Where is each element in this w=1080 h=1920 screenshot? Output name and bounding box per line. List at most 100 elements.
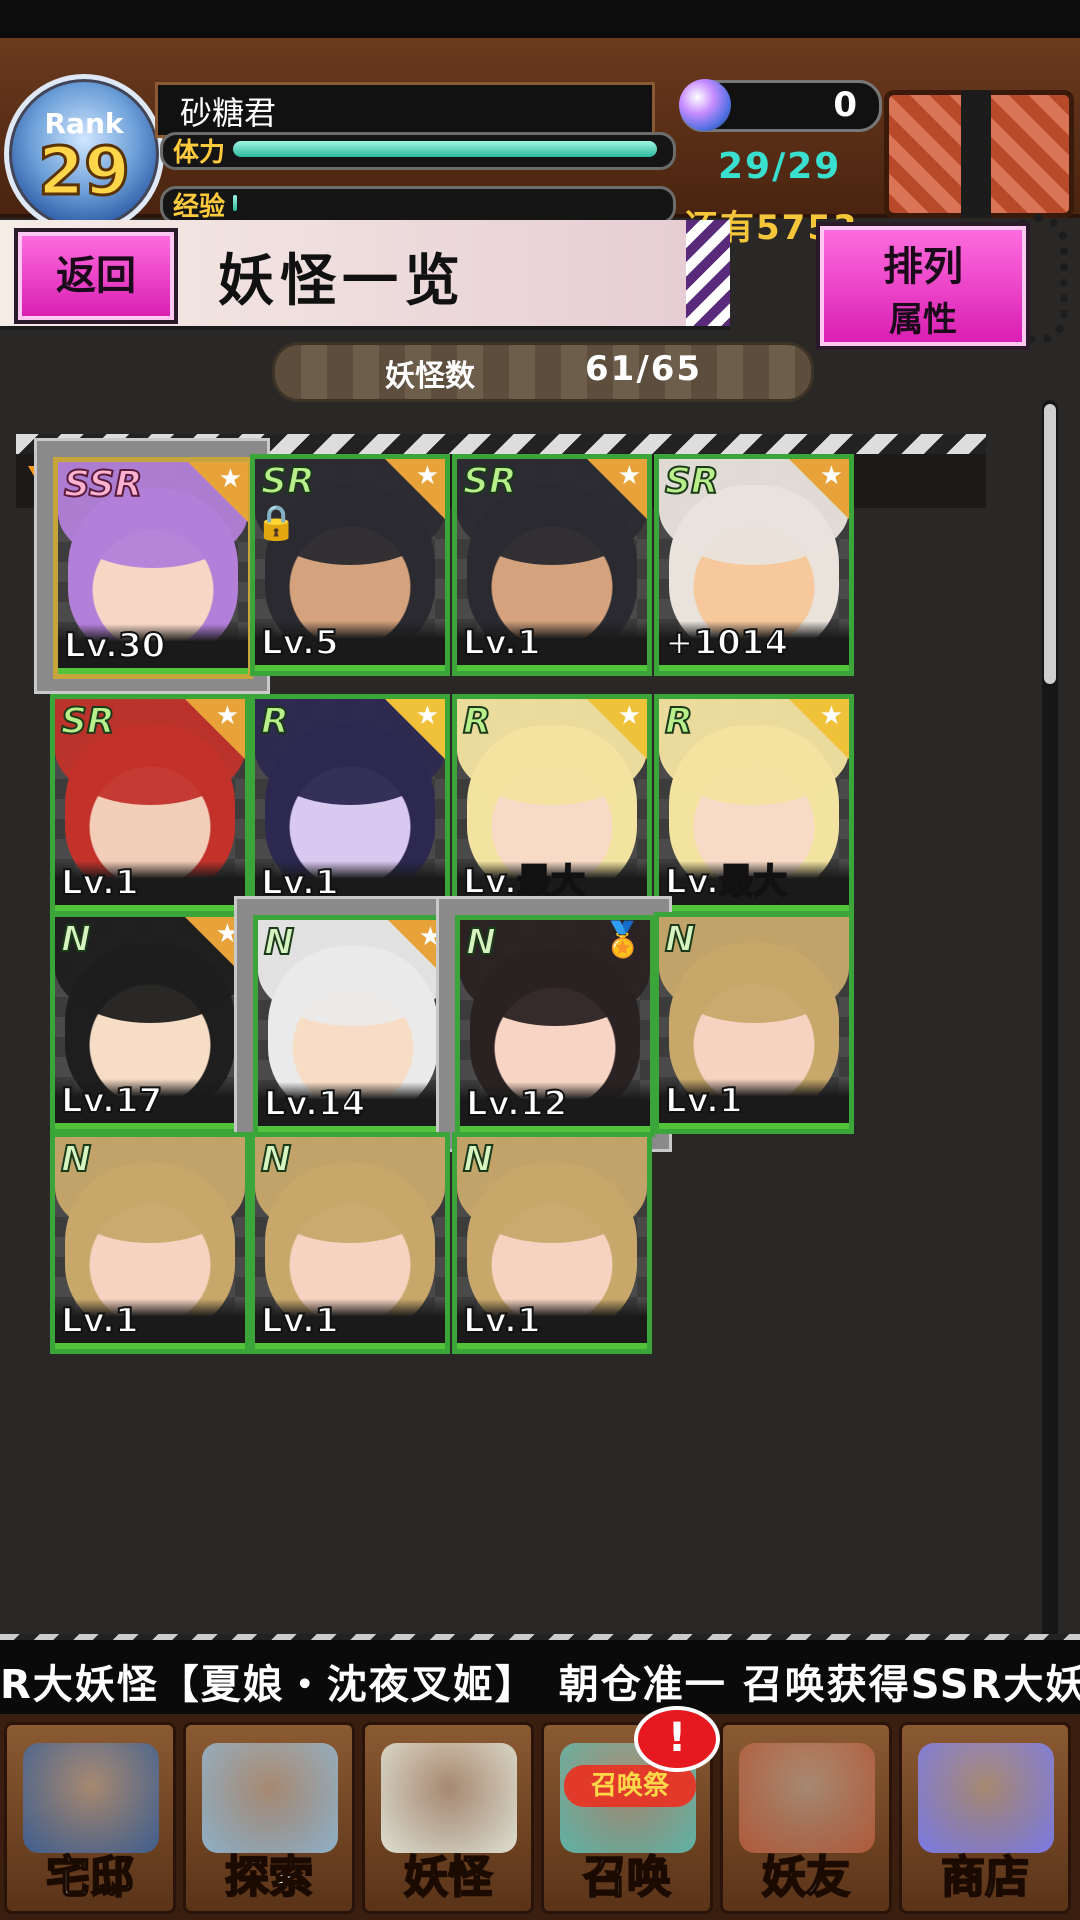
nav-label: 商店 xyxy=(940,1851,1030,1904)
page-title: 妖怪一览 xyxy=(218,249,466,314)
level-bar: Lv.1 xyxy=(255,1299,445,1349)
star-icon: ★ xyxy=(819,461,843,491)
notification-badge: ! xyxy=(634,1706,720,1772)
orb-count: 0 xyxy=(833,85,857,125)
friend-icon xyxy=(739,1743,875,1853)
level-bar: Lv.30 xyxy=(58,624,248,674)
news-ticker: R大妖怪【夏娘・沈夜叉姬】 朝仓准一 召唤获得SSR大妖 xyxy=(0,1640,1080,1714)
player-name: 砂糖君 xyxy=(155,82,655,138)
count-label: 妖怪数 xyxy=(385,359,475,394)
card-frame: N Lv.1 xyxy=(452,1132,652,1354)
title-stripe xyxy=(686,220,730,326)
card-frame: ★ N Lv.17 xyxy=(50,912,250,1134)
exp-fill xyxy=(233,195,237,211)
status-bar xyxy=(0,0,1080,38)
sort-button[interactable]: 排列 属性 xyxy=(816,222,1030,350)
rarity-badge: N xyxy=(664,918,696,961)
nav-label: 召唤 xyxy=(582,1851,672,1904)
yokai-card[interactable]: N 🏅 Lv.12 xyxy=(436,896,672,1152)
chest-band xyxy=(961,90,991,218)
yokai-grid: ★ SSR Lv.30 ★ SR 🔒 Lv.5 ★ SR Lv.1 ★ SR +1014 ★ SR Lv.1 ★… xyxy=(0,438,1040,1640)
level-label: +1014 xyxy=(664,622,789,664)
level-label: Lv.5 xyxy=(260,622,340,664)
nav-item[interactable]: 妖友 xyxy=(720,1722,892,1914)
spirit-orb-icon xyxy=(679,79,731,131)
exp-bar: 经验 xyxy=(160,186,676,224)
rarity-badge: N xyxy=(60,1138,92,1181)
yokai-card[interactable]: N Lv.1 xyxy=(234,1116,470,1372)
sort-label: 排列 xyxy=(883,244,963,290)
level-bar: Lv.1 xyxy=(457,621,647,671)
stamina-bar: 体力 xyxy=(160,132,676,170)
card-frame: ★ R Lv.最大 xyxy=(654,694,854,916)
back-button[interactable]: 返回 xyxy=(14,228,178,324)
yokai-card[interactable]: ★ SR Lv.1 xyxy=(436,438,672,694)
yokai-card[interactable]: N Lv.1 xyxy=(638,896,874,1152)
yokai-card[interactable]: N Lv.1 xyxy=(436,1116,672,1372)
card-frame: ★ N Lv.14 xyxy=(253,915,453,1137)
rarity-badge: SR xyxy=(260,460,316,503)
level-label: Lv.17 xyxy=(60,1080,163,1122)
rarity-badge: N xyxy=(462,1138,494,1181)
rarity-badge: R xyxy=(462,700,492,743)
level-label: Lv.1 xyxy=(462,622,542,664)
rank-badge[interactable]: Rank 29 xyxy=(4,74,164,234)
nav-label: 宅邸 xyxy=(45,1851,135,1904)
rank-value: 29 xyxy=(37,132,132,212)
exp-label: 经验 xyxy=(173,192,226,222)
card-frame: N 🏅 Lv.12 xyxy=(455,915,655,1137)
orb-counter[interactable]: 0 xyxy=(679,79,882,132)
yokai-card[interactable]: ★ N Lv.14 xyxy=(234,896,470,1152)
rarity-badge: N xyxy=(260,1138,292,1181)
treasure-chest-icon[interactable] xyxy=(884,90,1074,218)
rarity-badge: R xyxy=(260,700,290,743)
sort-mode: 属性 xyxy=(889,300,957,340)
nav-label: 探索 xyxy=(224,1851,314,1904)
rarity-badge: N xyxy=(60,918,92,961)
orb-icon xyxy=(918,1743,1054,1853)
nav-item[interactable]: 宅邸 xyxy=(4,1722,176,1914)
stamina-label: 体力 xyxy=(173,138,226,168)
level-label: Lv.1 xyxy=(664,1080,744,1122)
card-frame: ★ SSR Lv.30 xyxy=(53,457,253,679)
yokai-card[interactable]: ★ SR 🔒 Lv.5 xyxy=(234,438,470,694)
yokai-count: 妖怪数 61/65 xyxy=(272,342,814,402)
card-frame: ★ SR Lv.1 xyxy=(50,694,250,916)
star-icon: ★ xyxy=(819,701,843,731)
scrollbar-thumb[interactable] xyxy=(1044,404,1056,684)
ticker-text: R大妖怪【夏娘・沈夜叉姬】 朝仓准一 召唤获得SSR大妖 xyxy=(0,1662,1080,1708)
scroll-icon xyxy=(381,1743,517,1853)
player-header: Rank 29 砂糖君 体力 29/29 经验 还有5753 0 xyxy=(0,38,1080,248)
stamina-fill xyxy=(233,141,657,157)
level-bar: Lv.1 xyxy=(659,1079,849,1129)
level-label: Lv.1 xyxy=(260,1300,340,1342)
yokai-card[interactable]: ★ SR +1014 xyxy=(638,438,874,694)
card-frame: ★ SR 🔒 Lv.5 xyxy=(250,454,450,676)
level-label: Lv.1 xyxy=(462,1300,542,1342)
level-label: Lv.30 xyxy=(63,625,166,667)
card-frame: N Lv.1 xyxy=(654,912,854,1134)
card-frame: ★ SR Lv.1 xyxy=(452,454,652,676)
level-bar: +1014 xyxy=(659,621,849,671)
rarity-badge: SR xyxy=(462,460,518,503)
level-bar: Lv.1 xyxy=(457,1299,647,1349)
rarity-badge: R xyxy=(664,700,694,743)
level-label: Lv.1 xyxy=(60,1300,140,1342)
level-bar: Lv.5 xyxy=(255,621,445,671)
card-frame: ★ R Lv.1 xyxy=(250,694,450,916)
nav-item[interactable]: 妖怪 xyxy=(362,1722,534,1914)
nav-label: 妖怪 xyxy=(403,1851,493,1904)
bottom-nav: 宅邸 探索 妖怪 召唤祭 召唤 妖友 商店 xyxy=(0,1714,1080,1920)
level-bar: Lv.1 xyxy=(55,1299,245,1349)
rarity-badge: SR xyxy=(60,700,116,743)
nav-item[interactable]: 商店 xyxy=(899,1722,1071,1914)
rarity-badge: SSR xyxy=(63,463,143,506)
rarity-badge: SR xyxy=(664,460,720,503)
nav-item[interactable]: 探索 xyxy=(183,1722,355,1914)
nav-label: 妖友 xyxy=(761,1851,851,1904)
stamina-value: 29/29 xyxy=(718,146,842,187)
card-frame: N Lv.1 xyxy=(250,1132,450,1354)
card-frame: ★ R Lv.最大 xyxy=(452,694,652,916)
rarity-badge: N xyxy=(263,921,295,964)
lock-icon: 🔒 xyxy=(255,503,298,543)
